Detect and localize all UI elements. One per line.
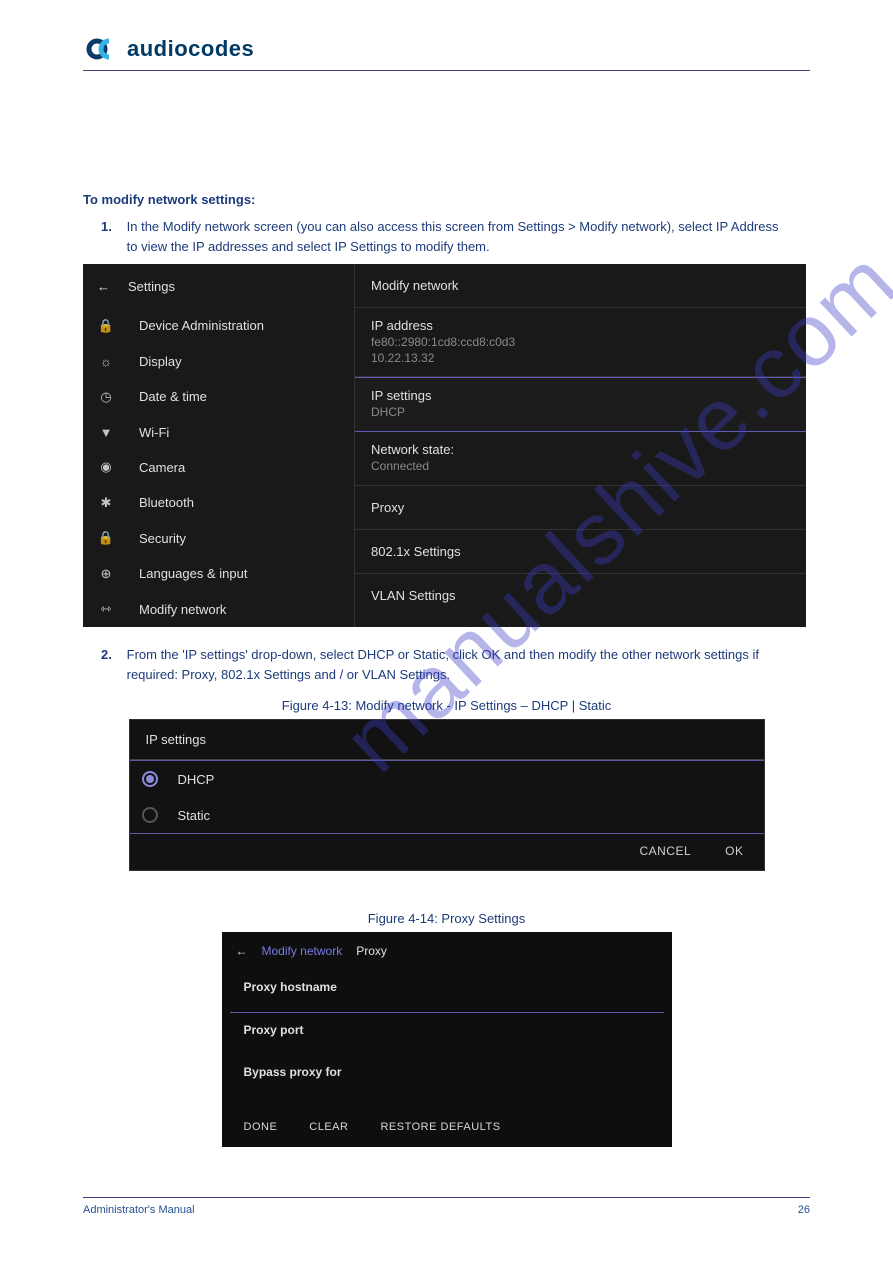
sidebar-item-label: Display: [139, 354, 182, 369]
dot1x-row[interactable]: 802.1x Settings: [355, 530, 806, 574]
step-2-body: From the 'IP settings' drop-down, select…: [127, 645, 787, 684]
radio-dhcp-label: DHCP: [178, 772, 215, 787]
settings-screenshot: ← Settings 🔒 Device Administration ☼ Dis…: [83, 264, 806, 627]
settings-left-pane: ← Settings 🔒 Device Administration ☼ Dis…: [83, 264, 355, 627]
proxy-hostname-field[interactable]: Proxy hostname: [230, 970, 664, 1013]
dialog-body: DHCP Static: [130, 759, 764, 833]
sidebar-item-label: Date & time: [139, 389, 207, 404]
vlan-label: VLAN Settings: [371, 588, 790, 603]
step-1: 1. In the Modify network screen (you can…: [101, 217, 810, 256]
cancel-button[interactable]: CANCEL: [639, 844, 691, 858]
sidebar-item-label: Security: [139, 531, 186, 546]
proxy-hostname-label: Proxy hostname: [244, 980, 650, 994]
brand-logo: audiocodes: [83, 36, 254, 62]
sidebar-item-camera[interactable]: ◉ Camera: [83, 450, 354, 485]
bluetooth-icon: ✱: [97, 495, 115, 511]
sidebar-item-label: Bluetooth: [139, 495, 194, 510]
brand-name: audiocodes: [127, 36, 254, 62]
proxy-port-field[interactable]: Proxy port: [230, 1013, 664, 1055]
ok-button[interactable]: OK: [725, 844, 743, 858]
sidebar-item-label: Languages & input: [139, 566, 247, 581]
proxy-breadcrumb: ← Modify network Proxy: [222, 932, 672, 970]
settings-left-list: 🔒 Device Administration ☼ Display ◷ Date…: [83, 308, 354, 627]
camera-icon: ◉: [97, 459, 115, 475]
right-pane-title: Modify network: [371, 278, 458, 293]
network-state-value: Connected: [371, 459, 790, 475]
proxy-screenshot: ← Modify network Proxy Proxy hostname Pr…: [222, 932, 672, 1147]
sidebar-item-wifi[interactable]: ▼ Wi-Fi: [83, 414, 354, 449]
network-icon: ⇿: [97, 601, 115, 617]
bypass-proxy-field[interactable]: Bypass proxy for: [230, 1055, 664, 1109]
ip-address-value: fe80::2980:1cd8:ccd8:c0d3 10.22.13.32: [371, 335, 790, 366]
instructions-intro: To modify network settings:: [83, 191, 810, 209]
radio-dhcp[interactable]: DHCP: [130, 760, 764, 797]
sidebar-item-datetime[interactable]: ◷ Date & time: [83, 379, 354, 414]
footer-page-number: 26: [798, 1204, 810, 1216]
breadcrumb-modify-network[interactable]: Modify network: [262, 944, 343, 958]
sidebar-item-device-admin[interactable]: 🔒 Device Administration: [83, 308, 354, 343]
sidebar-item-languages[interactable]: ⊕ Languages & input: [83, 556, 354, 591]
proxy-actions: DONE CLEAR RESTORE DEFAULTS: [222, 1109, 672, 1147]
sidebar-item-label: Modify network: [139, 602, 226, 617]
sidebar-item-bluetooth[interactable]: ✱ Bluetooth: [83, 485, 354, 520]
restore-defaults-button[interactable]: RESTORE DEFAULTS: [380, 1121, 500, 1133]
done-button[interactable]: DONE: [244, 1121, 278, 1133]
lock-icon: 🔒: [97, 318, 115, 334]
step-2-num: 2.: [101, 645, 123, 665]
figure-caption-4-13: Figure 4-13: Modify network - IP Setting…: [83, 698, 810, 713]
ip-address-row[interactable]: IP address fe80::2980:1cd8:ccd8:c0d3 10.…: [355, 308, 806, 377]
radio-static-label: Static: [178, 808, 211, 823]
step-1-num: 1.: [101, 217, 123, 237]
network-state-label: Network state:: [371, 442, 790, 457]
dot1x-label: 802.1x Settings: [371, 544, 790, 559]
dialog-actions: CANCEL OK: [130, 833, 764, 870]
footer-left: Administrator's Manual: [83, 1204, 195, 1216]
modify-network-title: Modify network: [355, 264, 806, 308]
globe-icon: ⊕: [97, 566, 115, 582]
step-2: 2. From the 'IP settings' drop-down, sel…: [101, 645, 810, 684]
ip-address-label: IP address: [371, 318, 790, 333]
back-arrow-icon[interactable]: ←: [236, 944, 248, 958]
clock-icon: ◷: [97, 389, 115, 405]
brightness-icon: ☼: [97, 354, 115, 369]
vlan-row[interactable]: VLAN Settings: [355, 574, 806, 617]
sidebar-item-label: Wi-Fi: [139, 425, 169, 440]
settings-right-pane: Modify network IP address fe80::2980:1cd…: [355, 264, 806, 627]
ip-settings-value: DHCP: [371, 405, 790, 421]
lock-icon: 🔒: [97, 530, 115, 546]
settings-back-header[interactable]: ← Settings: [83, 264, 354, 308]
clear-button[interactable]: CLEAR: [309, 1121, 348, 1133]
sidebar-item-display[interactable]: ☼ Display: [83, 344, 354, 379]
ip-settings-label: IP settings: [371, 388, 790, 403]
sidebar-item-modify-network[interactable]: ⇿ Modify network: [83, 591, 354, 626]
back-arrow-icon: ←: [97, 279, 110, 294]
page-footer: Administrator's Manual 26: [83, 1197, 810, 1216]
bypass-proxy-label: Bypass proxy for: [244, 1065, 650, 1079]
proxy-label: Proxy: [371, 500, 790, 515]
step-1-body: In the Modify network screen (you can al…: [127, 217, 787, 256]
dialog-title: IP settings: [130, 720, 764, 759]
page-header: audiocodes: [83, 36, 810, 71]
proxy-row[interactable]: Proxy: [355, 486, 806, 530]
sidebar-item-label: Camera: [139, 460, 185, 475]
sidebar-item-label: Device Administration: [139, 318, 264, 333]
ip-settings-dialog: IP settings DHCP Static CANCEL OK: [129, 719, 765, 871]
proxy-port-label: Proxy port: [244, 1023, 650, 1037]
breadcrumb-proxy: Proxy: [356, 944, 387, 958]
figure-caption-4-14: Figure 4-14: Proxy Settings: [83, 911, 810, 926]
network-state-row[interactable]: Network state: Connected: [355, 432, 806, 486]
settings-title: Settings: [128, 279, 175, 294]
radio-selected-icon: [142, 771, 158, 787]
radio-static[interactable]: Static: [130, 797, 764, 833]
wifi-icon: ▼: [97, 425, 115, 440]
sidebar-item-security[interactable]: 🔒 Security: [83, 521, 354, 556]
radio-unselected-icon: [142, 807, 158, 823]
logo-mark-icon: [83, 37, 123, 61]
ip-settings-row[interactable]: IP settings DHCP: [355, 377, 806, 432]
